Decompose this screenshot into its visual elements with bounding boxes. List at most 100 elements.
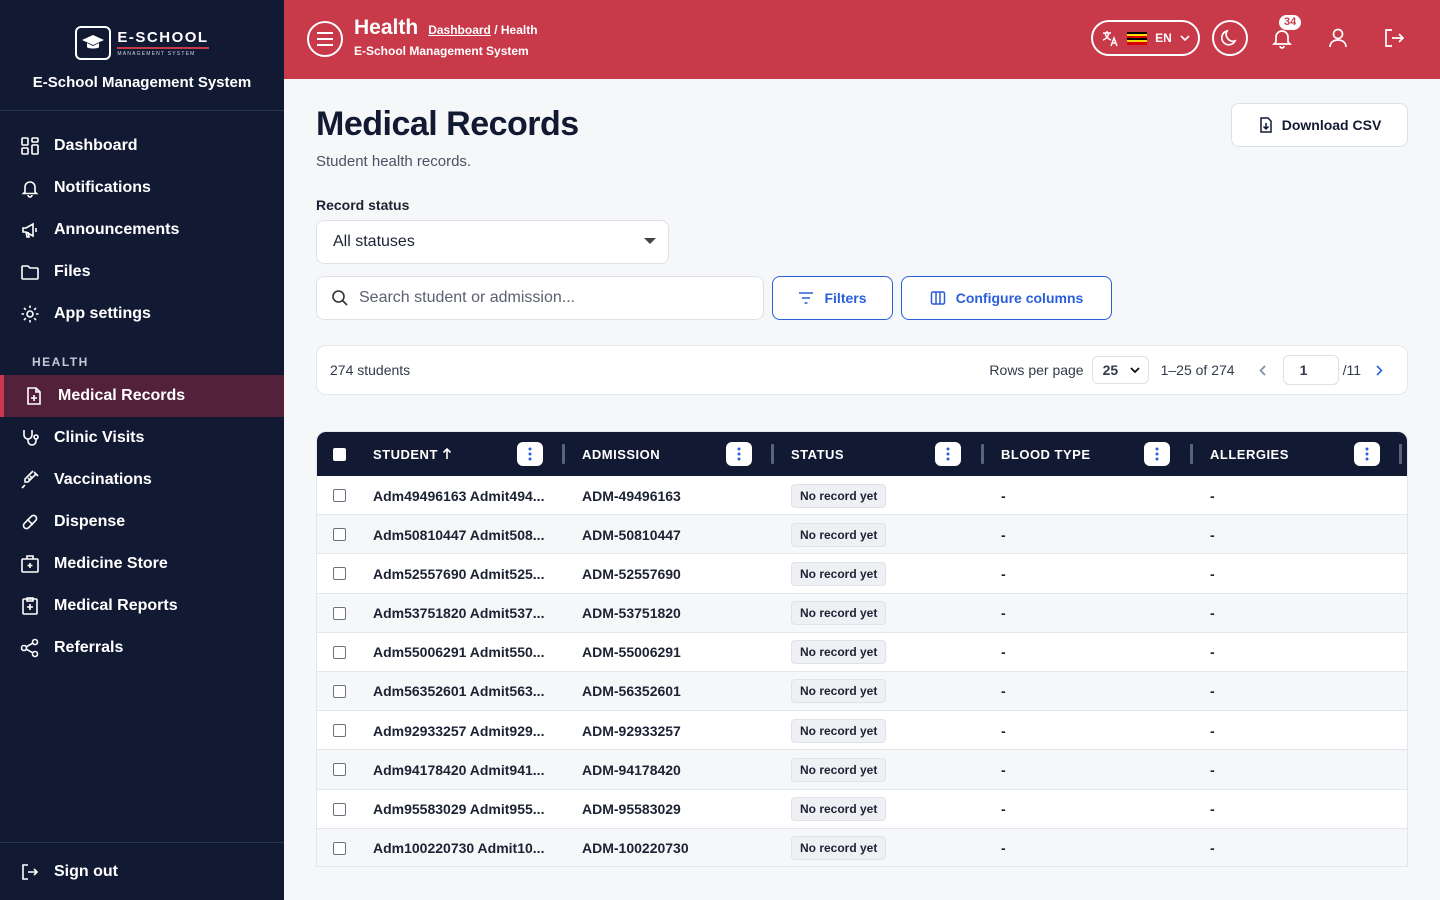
filters-label: Filters [824, 290, 867, 306]
column-header-admission[interactable]: ADMISSION [582, 432, 660, 476]
column-label: ADMISSION [582, 446, 661, 462]
column-menu-button[interactable] [517, 442, 543, 466]
row-checkbox[interactable] [333, 645, 346, 659]
theme-toggle-button[interactable] [1212, 20, 1248, 56]
sidebar-item-medical-reports[interactable]: Medical Reports [0, 585, 284, 627]
next-page-button[interactable] [1365, 356, 1393, 384]
previous-page-button[interactable] [1249, 356, 1277, 384]
row-checkbox[interactable] [333, 489, 346, 502]
status-badge: No record yet [791, 561, 887, 586]
column-resize-handle[interactable] [1190, 444, 1193, 464]
search-input[interactable] [359, 289, 739, 307]
column-label: STATUS [791, 446, 845, 462]
search-box[interactable] [316, 276, 764, 320]
configure-columns-button[interactable]: Configure columns [901, 276, 1112, 320]
records-table: STUDENT ADMISSION STATUS BLOOD TYPE ALLE… [316, 431, 1408, 867]
row-checkbox[interactable] [333, 724, 346, 738]
sign-out-button[interactable]: Sign out [0, 842, 284, 900]
table-header: STUDENT ADMISSION STATUS BLOOD TYPE ALLE… [317, 432, 1407, 476]
table-row[interactable]: Adm53751820 Admit537... ADM-53751820 No re… [317, 593, 1407, 633]
table-row[interactable]: Adm55006291 Admit550... ADM-55006291 No re… [317, 633, 1407, 672]
row-checkbox[interactable] [333, 763, 346, 777]
table-row[interactable]: Adm100220730 Admit10... ADM-100220730 No r… [317, 828, 1407, 866]
status-badge: No record yet [791, 797, 887, 821]
table-row[interactable]: Adm52557690 Admit525... ADM-52557690 No re… [317, 554, 1407, 594]
sidebar-item-notifications[interactable]: Notifications [0, 167, 284, 209]
row-checkbox[interactable] [333, 684, 346, 698]
share-icon [20, 638, 40, 658]
column-resize-handle[interactable] [981, 444, 984, 464]
record-status-select[interactable]: All statuses [316, 220, 669, 264]
student-cell: Adm100220730 Admit10... [373, 840, 545, 857]
menu-toggle-button[interactable] [307, 21, 343, 57]
column-menu-button[interactable] [1354, 442, 1380, 466]
sidebar-item-medical-records[interactable]: Medical Records [0, 375, 284, 417]
sidebar-item-dashboard[interactable]: Dashboard [0, 125, 284, 167]
page-number-input[interactable]: 1 [1282, 355, 1339, 385]
hamburger-icon [316, 32, 334, 46]
column-header-blood-type[interactable]: BLOOD TYPE [1001, 432, 1091, 476]
column-resize-handle[interactable] [771, 444, 774, 464]
breadcrumb: Dashboard / Health [428, 23, 537, 37]
sidebar-item-vaccinations[interactable]: Vaccinations [0, 459, 284, 501]
rows-per-page-select[interactable]: 25 [1091, 356, 1149, 384]
sidebar-item-label: Medical Records [58, 387, 186, 404]
configure-columns-label: Configure columns [955, 290, 1084, 306]
more-vertical-icon [1365, 447, 1369, 461]
more-vertical-icon [946, 447, 950, 461]
sidebar-item-dispense[interactable]: Dispense [0, 501, 284, 543]
download-csv-button[interactable]: Download CSV [1231, 103, 1408, 147]
breadcrumb-separator: / [490, 23, 501, 37]
column-header-status[interactable]: STATUS [791, 432, 844, 476]
chevron-down-icon [1180, 35, 1190, 41]
sidebar-item-announcements[interactable]: Announcements [0, 209, 284, 251]
admission-cell: ADM-56352601 [582, 683, 681, 700]
sidebar-item-app-settings[interactable]: App settings [0, 293, 284, 335]
student-cell: Adm56352601 Admit563... [373, 683, 545, 700]
table-row[interactable]: Adm92933257 Admit929... ADM-92933257 No re… [317, 711, 1407, 751]
table-row[interactable]: Adm94178420 Admit941... ADM-94178420 No re… [317, 750, 1407, 790]
admission-cell: ADM-55006291 [582, 644, 681, 661]
sidebar-item-medicine-store[interactable]: Medicine Store [0, 543, 284, 585]
profile-button[interactable] [1324, 24, 1352, 52]
megaphone-icon [20, 220, 40, 240]
column-menu-button[interactable] [1144, 442, 1170, 466]
allergies-cell: - [1210, 605, 1215, 622]
row-checkbox[interactable] [333, 606, 346, 620]
row-checkbox[interactable] [333, 841, 346, 855]
column-resize-handle[interactable] [562, 444, 565, 464]
select-all-checkbox[interactable] [333, 447, 346, 461]
logout-button[interactable] [1380, 24, 1408, 52]
rows-per-page-value: 25 [1102, 362, 1119, 378]
column-menu-button[interactable] [935, 442, 961, 466]
row-checkbox[interactable] [333, 802, 346, 816]
filters-button[interactable]: Filters [772, 276, 893, 320]
table-row[interactable]: Adm49496163 Admit494... ADM-49496163 No re… [317, 476, 1407, 516]
sidebar-item-label: Dashboard [54, 137, 138, 154]
row-checkbox[interactable] [333, 528, 346, 542]
column-header-student[interactable]: STUDENT [373, 432, 452, 476]
sidebar-item-referrals[interactable]: Referrals [0, 627, 284, 669]
sidebar-item-clinic-visits[interactable]: Clinic Visits [0, 417, 284, 459]
column-resize-handle[interactable] [1399, 444, 1402, 464]
column-header-allergies[interactable]: ALLERGIES [1210, 432, 1289, 476]
page-title: Medical Records [316, 105, 579, 143]
sidebar-item-files[interactable]: Files [0, 251, 284, 293]
student-cell: Adm49496163 Admit494... [373, 487, 545, 504]
table-row[interactable]: Adm56352601 Admit563... ADM-56352601 No re… [317, 671, 1407, 712]
language-selector[interactable]: EN [1091, 20, 1200, 56]
allergies-cell: - [1210, 487, 1215, 504]
table-row[interactable]: Adm95583029 Admit955... ADM-95583029 No re… [317, 790, 1407, 829]
sidebar-item-label: Referrals [54, 639, 124, 656]
pagination-bar: 274 students Rows per page 25 1–25 of 27… [316, 345, 1408, 395]
blood-type-cell: - [1001, 526, 1006, 543]
status-badge: No record yet [791, 483, 887, 508]
allergies-cell: - [1210, 801, 1215, 817]
breadcrumb-dashboard-link[interactable]: Dashboard [428, 23, 491, 37]
status-badge: No record yet [791, 522, 887, 547]
folder-icon [20, 262, 40, 282]
table-row[interactable]: Adm50810447 Admit508... ADM-50810447 No re… [317, 515, 1407, 555]
column-menu-button[interactable] [726, 442, 752, 466]
dashboard-icon [20, 136, 40, 156]
row-checkbox[interactable] [333, 567, 346, 581]
